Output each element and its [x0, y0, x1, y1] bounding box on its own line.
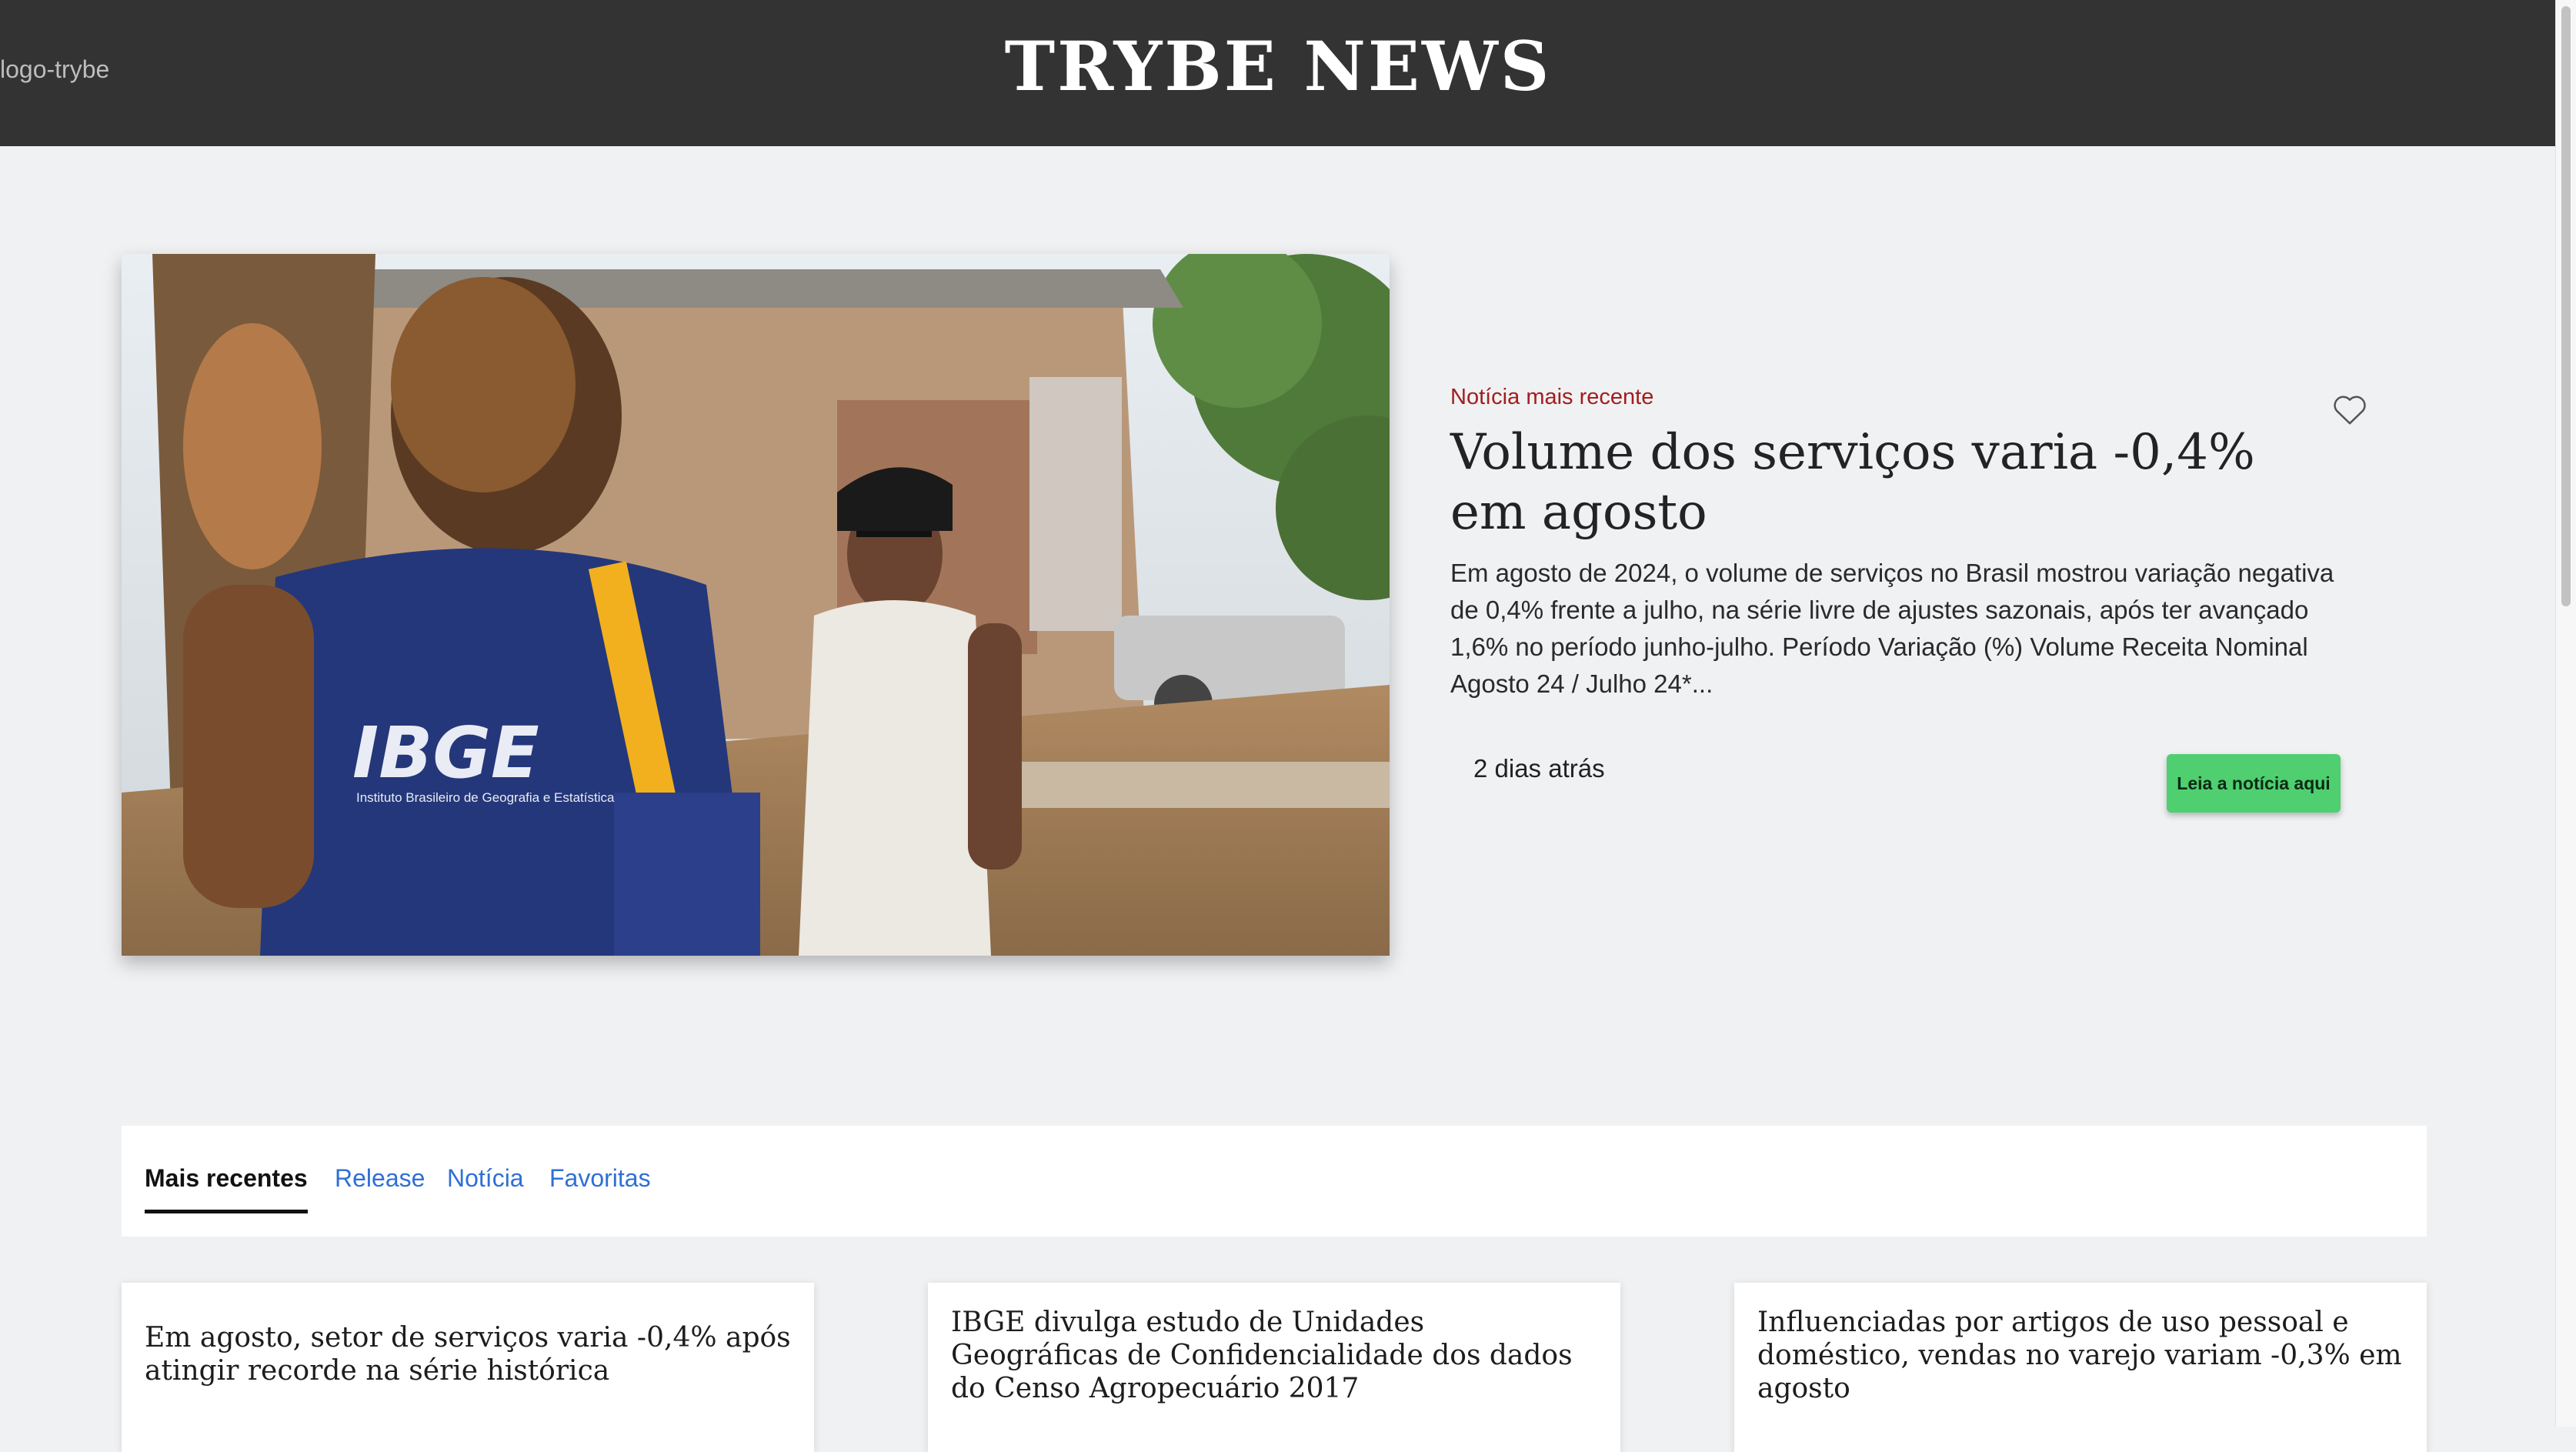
featured-news-content: Notícia mais recente Volume dos serviços… [1450, 385, 2374, 703]
featured-time: 2 dias atrás [1473, 754, 1605, 783]
site-title: TRYBE NEWS [1004, 26, 1552, 106]
heart-favorite-icon[interactable] [2332, 392, 2367, 426]
ibge-subtitle-text: Instituto Brasileiro de Geografia e Esta… [356, 790, 615, 805]
news-card[interactable]: IBGE divulga estudo de Unidades Geográfi… [928, 1283, 1620, 1452]
news-card[interactable]: Influenciadas por artigos de uso pessoal… [1734, 1283, 2427, 1452]
news-card-title[interactable]: IBGE divulga estudo de Unidades Geográfi… [951, 1306, 1597, 1405]
read-news-button[interactable]: Leia a notícia aqui [2167, 754, 2341, 813]
page-scrollbar[interactable] [2555, 0, 2576, 1427]
site-header: logo-trybe TRYBE NEWS [0, 0, 2556, 146]
news-filter-tabs: Mais recentes Release Notícia Favoritas [122, 1126, 2427, 1237]
scrollbar-thumb[interactable] [2561, 6, 2571, 606]
news-card-title[interactable]: Influenciadas por artigos de uso pessoal… [1757, 1306, 2404, 1405]
tab-noticia[interactable]: Notícia [447, 1164, 524, 1193]
ibge-brand-text: IBGE [352, 712, 539, 794]
tab-release[interactable]: Release [335, 1164, 425, 1193]
featured-label: Notícia mais recente [1450, 385, 1654, 409]
news-card-title[interactable]: Em agosto, setor de serviços varia -0,4%… [145, 1321, 791, 1387]
featured-news-image: IBGE Instituto Brasileiro de Geografia e… [122, 254, 1390, 956]
news-card[interactable]: Em agosto, setor de serviços varia -0,4%… [122, 1283, 814, 1452]
tab-mais-recentes[interactable]: Mais recentes [145, 1164, 308, 1213]
tab-favoritas[interactable]: Favoritas [549, 1164, 651, 1193]
featured-title: Volume dos serviços varia -0,4% em agost… [1450, 424, 2255, 541]
featured-description: Em agosto de 2024, o volume de serviços … [1450, 559, 2334, 698]
